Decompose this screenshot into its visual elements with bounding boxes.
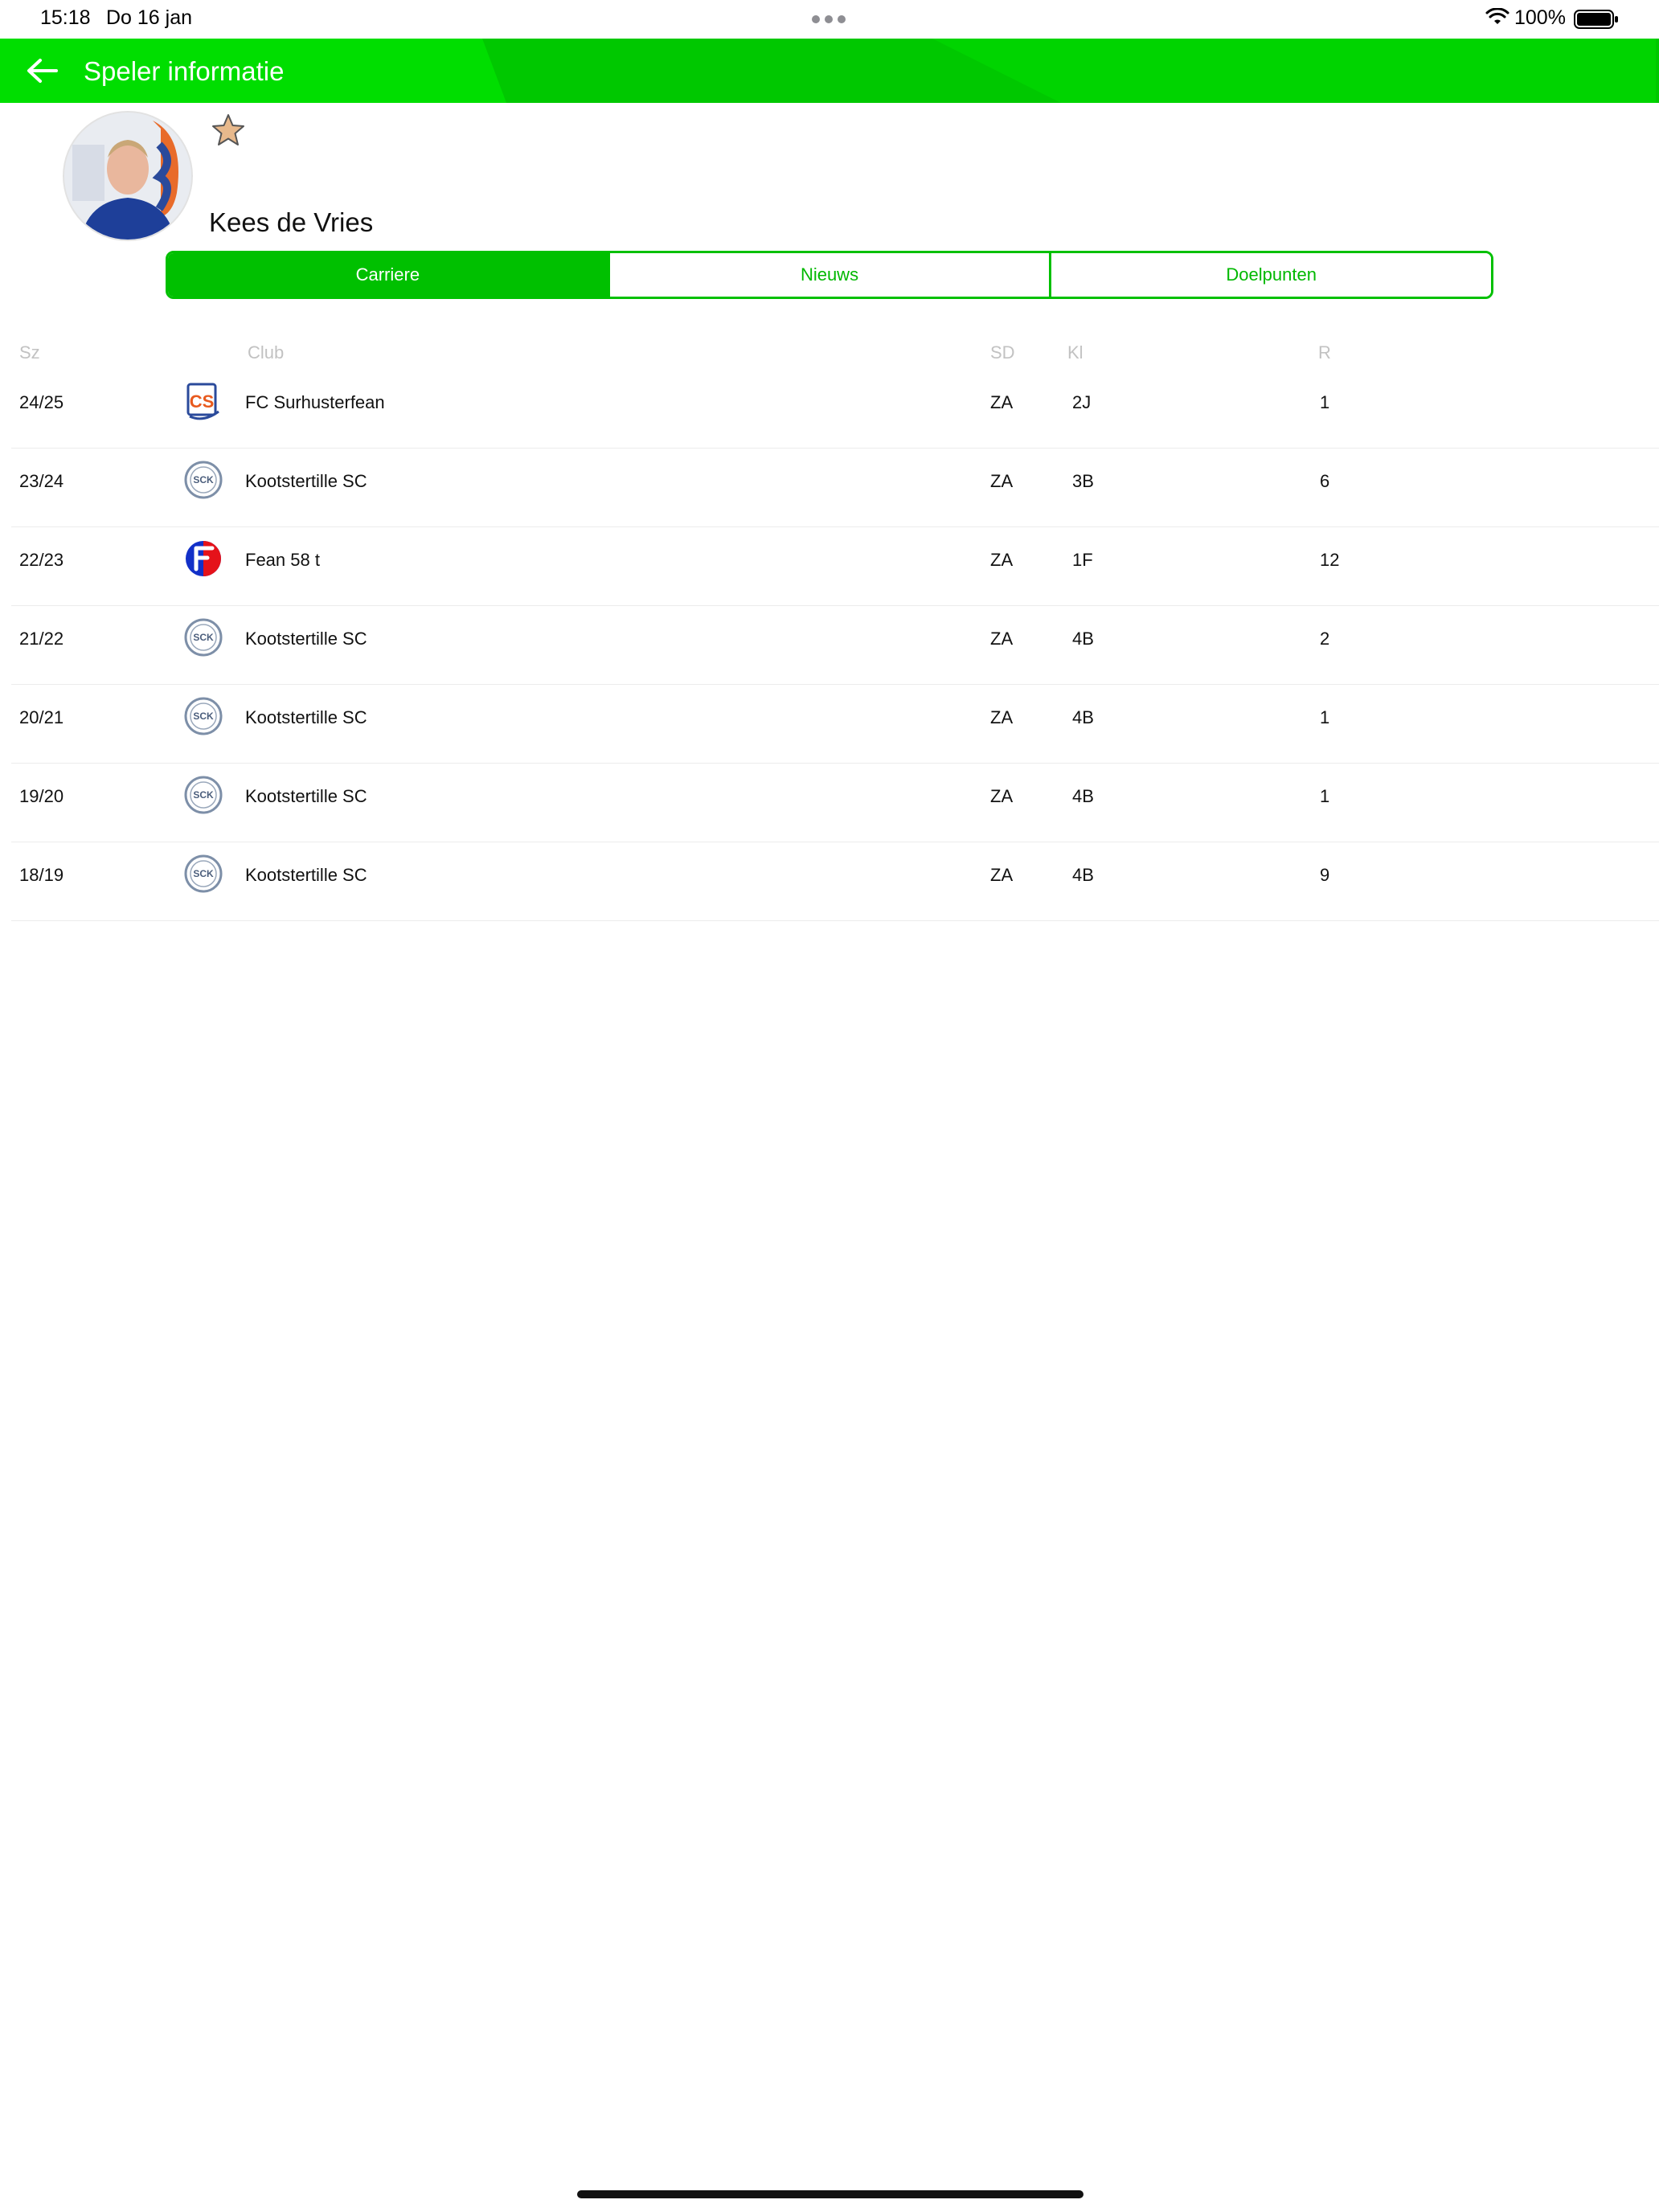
back-arrow-icon[interactable] bbox=[24, 55, 59, 87]
fcs-logo-icon: CS bbox=[186, 383, 219, 420]
r-cell: 9 bbox=[1320, 865, 1330, 885]
club-cell: Kootstertille SC bbox=[245, 786, 367, 806]
svg-text:SCK: SCK bbox=[193, 868, 214, 879]
r-cell: 1 bbox=[1320, 707, 1330, 727]
season-cell: 22/23 bbox=[19, 550, 64, 570]
sck-logo-icon: SCK bbox=[184, 854, 223, 893]
svg-text:SCK: SCK bbox=[193, 789, 214, 801]
player-avatar bbox=[64, 113, 191, 240]
battery-icon bbox=[1574, 10, 1618, 29]
tab-bar: Carriere Nieuws Doelpunten bbox=[166, 251, 1493, 299]
career-table: 24/25 CS FC Surhusterfean ZA 2J 1 23/24 … bbox=[0, 370, 1659, 921]
tab-nieuws[interactable]: Nieuws bbox=[607, 253, 1050, 297]
wifi-icon bbox=[1485, 8, 1509, 24]
svg-text:SCK: SCK bbox=[193, 632, 214, 643]
season-cell: 18/19 bbox=[19, 865, 64, 885]
club-cell: Fean 58 t bbox=[245, 550, 320, 570]
fean-logo-icon bbox=[186, 541, 221, 576]
header-club: Club bbox=[248, 342, 285, 363]
sd-cell: ZA bbox=[990, 471, 1014, 491]
svg-text:SCK: SCK bbox=[193, 474, 214, 485]
player-name: Kees de Vries bbox=[209, 207, 374, 237]
club-cell: Kootstertille SC bbox=[245, 707, 367, 727]
table-row[interactable]: 21/22 SCK Kootstertille SC ZA 4B 2 bbox=[11, 606, 1659, 685]
status-date: Do 16 jan bbox=[106, 6, 193, 29]
status-time: 15:18 bbox=[40, 6, 91, 29]
status-bar: 15:18 Do 16 jan 100% bbox=[0, 0, 1659, 39]
season-cell: 23/24 bbox=[19, 471, 64, 491]
table-row[interactable]: 24/25 CS FC Surhusterfean ZA 2J 1 bbox=[11, 370, 1659, 449]
season-cell: 19/20 bbox=[19, 786, 64, 806]
kl-cell: 2J bbox=[1072, 392, 1092, 412]
home-indicator[interactable] bbox=[577, 2190, 1083, 2198]
svg-text:CS: CS bbox=[190, 391, 215, 412]
r-cell: 2 bbox=[1320, 629, 1330, 649]
sd-cell: ZA bbox=[990, 550, 1014, 570]
app-bar: Speler informatie bbox=[0, 39, 1659, 103]
table-row[interactable]: 20/21 SCK Kootstertille SC ZA 4B 1 bbox=[11, 685, 1659, 764]
header-r: R bbox=[1318, 342, 1331, 363]
r-cell: 1 bbox=[1320, 786, 1330, 806]
sck-logo-icon: SCK bbox=[184, 618, 223, 657]
table-row[interactable]: 18/19 SCK Kootstertille SC ZA 4B 9 bbox=[11, 842, 1659, 921]
header-kl: Kl bbox=[1067, 342, 1083, 363]
r-cell: 6 bbox=[1320, 471, 1330, 491]
tab-doelpunten[interactable]: Doelpunten bbox=[1049, 253, 1491, 297]
kl-cell: 4B bbox=[1072, 629, 1094, 649]
kl-cell: 4B bbox=[1072, 865, 1094, 885]
r-cell: 12 bbox=[1320, 550, 1340, 570]
sck-logo-icon: SCK bbox=[184, 697, 223, 735]
table-row[interactable]: 22/23 Fean 58 t ZA 1F 12 bbox=[11, 527, 1659, 606]
kl-cell: 1F bbox=[1072, 550, 1093, 570]
sck-logo-icon: SCK bbox=[184, 776, 223, 814]
sd-cell: ZA bbox=[990, 865, 1014, 885]
sd-cell: ZA bbox=[990, 392, 1014, 412]
club-cell: Kootstertille SC bbox=[245, 629, 367, 649]
favorite-star-icon[interactable] bbox=[211, 113, 246, 148]
sd-cell: ZA bbox=[990, 629, 1014, 649]
season-cell: 20/21 bbox=[19, 707, 64, 727]
page-title: Speler informatie bbox=[84, 56, 285, 86]
header-sd: SD bbox=[990, 342, 1015, 363]
sck-logo-icon: SCK bbox=[184, 461, 223, 499]
club-cell: Kootstertille SC bbox=[245, 471, 367, 491]
battery-percent: 100% bbox=[1514, 6, 1566, 29]
kl-cell: 3B bbox=[1072, 471, 1094, 491]
club-cell: FC Surhusterfean bbox=[245, 392, 385, 412]
kl-cell: 4B bbox=[1072, 786, 1094, 806]
season-cell: 21/22 bbox=[19, 629, 64, 649]
table-row[interactable]: 23/24 SCK Kootstertille SC ZA 3B 6 bbox=[11, 449, 1659, 527]
kl-cell: 4B bbox=[1072, 707, 1094, 727]
season-cell: 24/25 bbox=[19, 392, 64, 412]
svg-text:SCK: SCK bbox=[193, 711, 214, 722]
sd-cell: ZA bbox=[990, 707, 1014, 727]
club-cell: Kootstertille SC bbox=[245, 865, 367, 885]
r-cell: 1 bbox=[1320, 392, 1330, 412]
sd-cell: ZA bbox=[990, 786, 1014, 806]
tab-carriere[interactable]: Carriere bbox=[168, 253, 608, 297]
multitasking-dots-icon[interactable] bbox=[812, 15, 846, 23]
table-row[interactable]: 19/20 SCK Kootstertille SC ZA 4B 1 bbox=[11, 764, 1659, 842]
table-header: Sz Club SD Kl R bbox=[0, 338, 1659, 370]
header-season: Sz bbox=[19, 342, 40, 363]
